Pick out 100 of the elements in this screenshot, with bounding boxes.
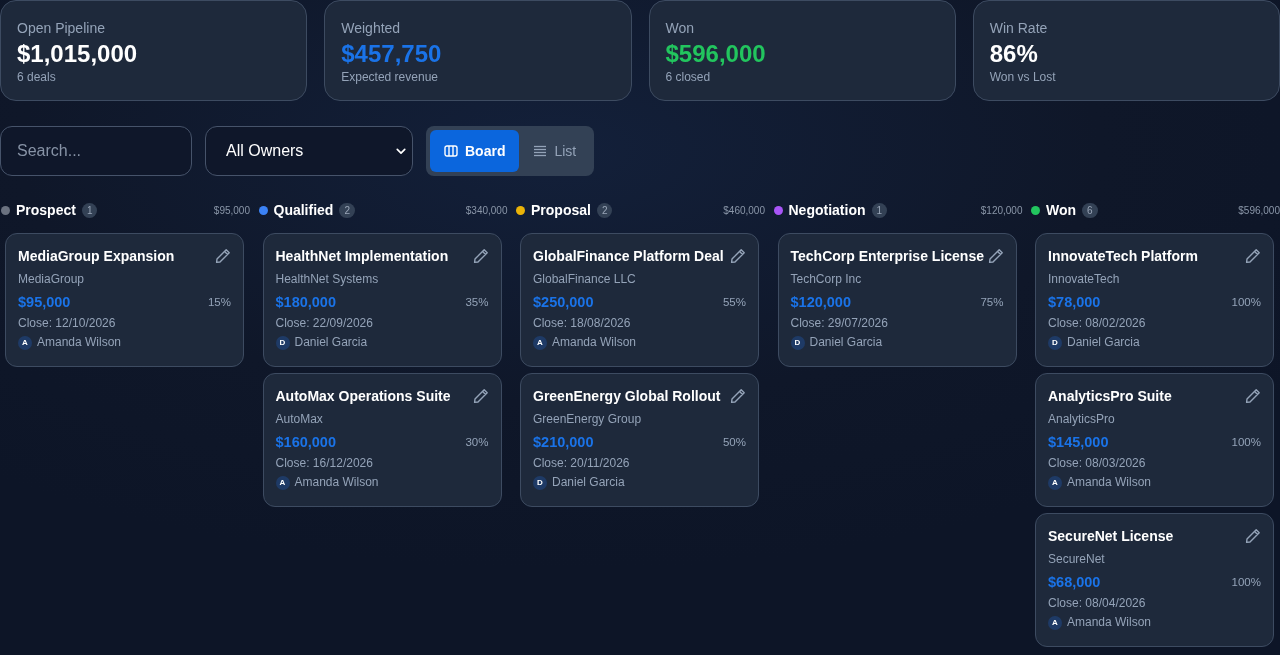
edit-button[interactable] xyxy=(1245,528,1261,544)
owner-avatar: A xyxy=(275,475,290,490)
deal-card[interactable]: MediaGroup Expansion MediaGroup $95,000 15% Close: 12/10/2026 A Amanda Wilson xyxy=(5,233,244,367)
edit-button[interactable] xyxy=(1245,388,1261,404)
chevron-down-icon xyxy=(396,147,406,155)
edit-button[interactable] xyxy=(730,388,746,404)
deal-count-badge: 2 xyxy=(339,202,355,218)
close-date: Close: 22/09/2026 xyxy=(275,316,373,331)
edit-button[interactable] xyxy=(472,388,489,404)
deal-card[interactable]: InnovateTech Platform InnovateTech $78,000 100% Close: 08/02/2026 D Daniel Garcia xyxy=(1035,233,1274,367)
close-date: Close: 08/04/2026 xyxy=(1048,596,1146,611)
deal-count-badge: 6 xyxy=(1082,202,1098,218)
stat-label: Open Pipeline xyxy=(17,19,105,37)
owner-avatar: D xyxy=(533,475,547,490)
stat-value: $596,000 xyxy=(665,39,766,69)
company-name: HealthNet Systems xyxy=(275,272,379,287)
stage-name: Negotiation xyxy=(788,202,866,218)
deal-amount: $180,000 xyxy=(275,293,336,312)
stage-total: $460,000 xyxy=(723,204,765,216)
deal-card[interactable]: GlobalFinance Platform Deal GlobalFinance LLC $250,000 55% Close: 18/08/2026 A Amanda Wilson xyxy=(520,233,759,367)
deal-count-badge: 1 xyxy=(81,202,98,218)
stage-total: $596,000 xyxy=(1238,204,1280,216)
stat-label: Won xyxy=(665,19,695,37)
deal-card[interactable]: TechCorp Enterprise License TechCorp Inc $120,000 75% Close: 29/07/2026 D Daniel Garcia xyxy=(777,233,1017,367)
deal-card[interactable]: AutoMax Operations Suite AutoMax $160,000 30% Close: 16/12/2026 A Amanda Wilson xyxy=(262,373,502,507)
deal-title: AnalyticsPro Suite xyxy=(1048,387,1172,406)
company-name: AutoMax xyxy=(275,412,323,427)
company-name: TechCorp Inc xyxy=(790,272,862,287)
company-name: MediaGroup xyxy=(18,272,85,287)
deal-amount: $210,000 xyxy=(533,433,594,452)
edit-button[interactable] xyxy=(730,248,746,264)
stage-total: $95,000 xyxy=(213,204,250,216)
probability: 100% xyxy=(1231,296,1261,308)
stage-name: Proposal xyxy=(531,202,591,218)
owner-name: Amanda Wilson xyxy=(552,335,637,350)
deal-amount: $250,000 xyxy=(533,293,594,312)
deal-amount: $120,000 xyxy=(790,293,851,312)
edit-button[interactable] xyxy=(472,248,489,264)
close-date: Close: 08/03/2026 xyxy=(1048,456,1146,471)
stage-total: $340,000 xyxy=(465,204,508,216)
owner-name: Amanda Wilson xyxy=(294,475,379,490)
deal-amount: $68,000 xyxy=(1048,573,1101,592)
pencil-icon xyxy=(987,248,1004,264)
owner-avatar: D xyxy=(1048,335,1062,350)
probability: 15% xyxy=(207,296,231,308)
close-date: Close: 20/11/2026 xyxy=(533,456,630,471)
probability: 30% xyxy=(465,436,489,448)
deal-title: GlobalFinance Platform Deal xyxy=(533,247,724,266)
deal-card[interactable]: AnalyticsPro Suite AnalyticsPro $145,000 100% Close: 08/03/2026 A Amanda Wilson xyxy=(1035,373,1274,507)
stat-caption: 6 closed xyxy=(665,70,711,85)
edit-button[interactable] xyxy=(987,248,1004,264)
owner-avatar: A xyxy=(18,335,32,350)
owner-name: Daniel Garcia xyxy=(552,475,625,490)
stat-caption: Won vs Lost xyxy=(989,70,1056,85)
company-name: GlobalFinance LLC xyxy=(533,272,636,287)
view-tab[interactable]: List xyxy=(519,130,591,172)
close-date: Close: 29/07/2026 xyxy=(790,316,888,331)
deal-card[interactable]: GreenEnergy Global Rollout GreenEnergy Group $210,000 50% Close: 20/11/2026 D Daniel Garcia xyxy=(520,373,759,507)
pencil-icon xyxy=(1245,388,1261,404)
probability: 100% xyxy=(1231,436,1261,448)
stat-value: $457,750 xyxy=(341,39,442,69)
deal-title: AutoMax Operations Suite xyxy=(275,387,451,406)
deal-title: MediaGroup Expansion xyxy=(18,247,175,266)
deal-title: SecureNet License xyxy=(1048,527,1174,546)
stage-name: Prospect xyxy=(16,202,76,218)
owner-name: Daniel Garcia xyxy=(809,335,883,350)
owner-name: Daniel Garcia xyxy=(1067,335,1140,350)
deal-title: InnovateTech Platform xyxy=(1048,247,1198,266)
pencil-icon xyxy=(1245,248,1261,264)
edit-button[interactable] xyxy=(215,248,231,264)
stat-caption: 6 deals xyxy=(17,70,56,85)
owner-avatar: A xyxy=(533,335,547,350)
stat-value: 86% xyxy=(989,39,1038,69)
view-tab[interactable]: Board xyxy=(430,130,520,172)
pencil-icon xyxy=(472,388,489,404)
search-field[interactable]: Search... xyxy=(0,126,192,176)
deal-count-badge: 1 xyxy=(871,202,888,218)
close-date: Close: 08/02/2026 xyxy=(1048,316,1146,331)
owner-avatar: A xyxy=(1048,615,1062,630)
deal-amount: $78,000 xyxy=(1048,293,1101,312)
deal-title: TechCorp Enterprise License xyxy=(790,247,984,266)
close-date: Close: 18/08/2026 xyxy=(533,316,631,331)
deal-card[interactable]: HealthNet Implementation HealthNet Systems $180,000 35% Close: 22/09/2026 D Daniel Garcia xyxy=(262,233,502,367)
pencil-icon xyxy=(215,248,231,264)
stat-caption: Expected revenue xyxy=(341,70,438,85)
owner-name: Amanda Wilson xyxy=(1067,475,1152,490)
deal-card[interactable]: SecureNet License SecureNet $68,000 100% Close: 08/04/2026 A Amanda Wilson xyxy=(1035,513,1274,647)
close-date: Close: 12/10/2026 xyxy=(18,316,116,331)
owner-avatar: A xyxy=(1048,475,1062,490)
columns-icon xyxy=(444,145,458,157)
stage-name: Qualified xyxy=(273,202,334,218)
deal-amount: $95,000 xyxy=(18,293,71,312)
stage-name: Won xyxy=(1046,202,1077,218)
stat-label: Win Rate xyxy=(989,19,1048,37)
deal-title: GreenEnergy Global Rollout xyxy=(533,387,721,406)
owner-select[interactable]: All Owners xyxy=(205,126,413,176)
deal-amount: $145,000 xyxy=(1048,433,1109,452)
probability: 55% xyxy=(722,296,746,308)
edit-button[interactable] xyxy=(1245,248,1261,264)
owner-avatar: D xyxy=(790,335,805,350)
